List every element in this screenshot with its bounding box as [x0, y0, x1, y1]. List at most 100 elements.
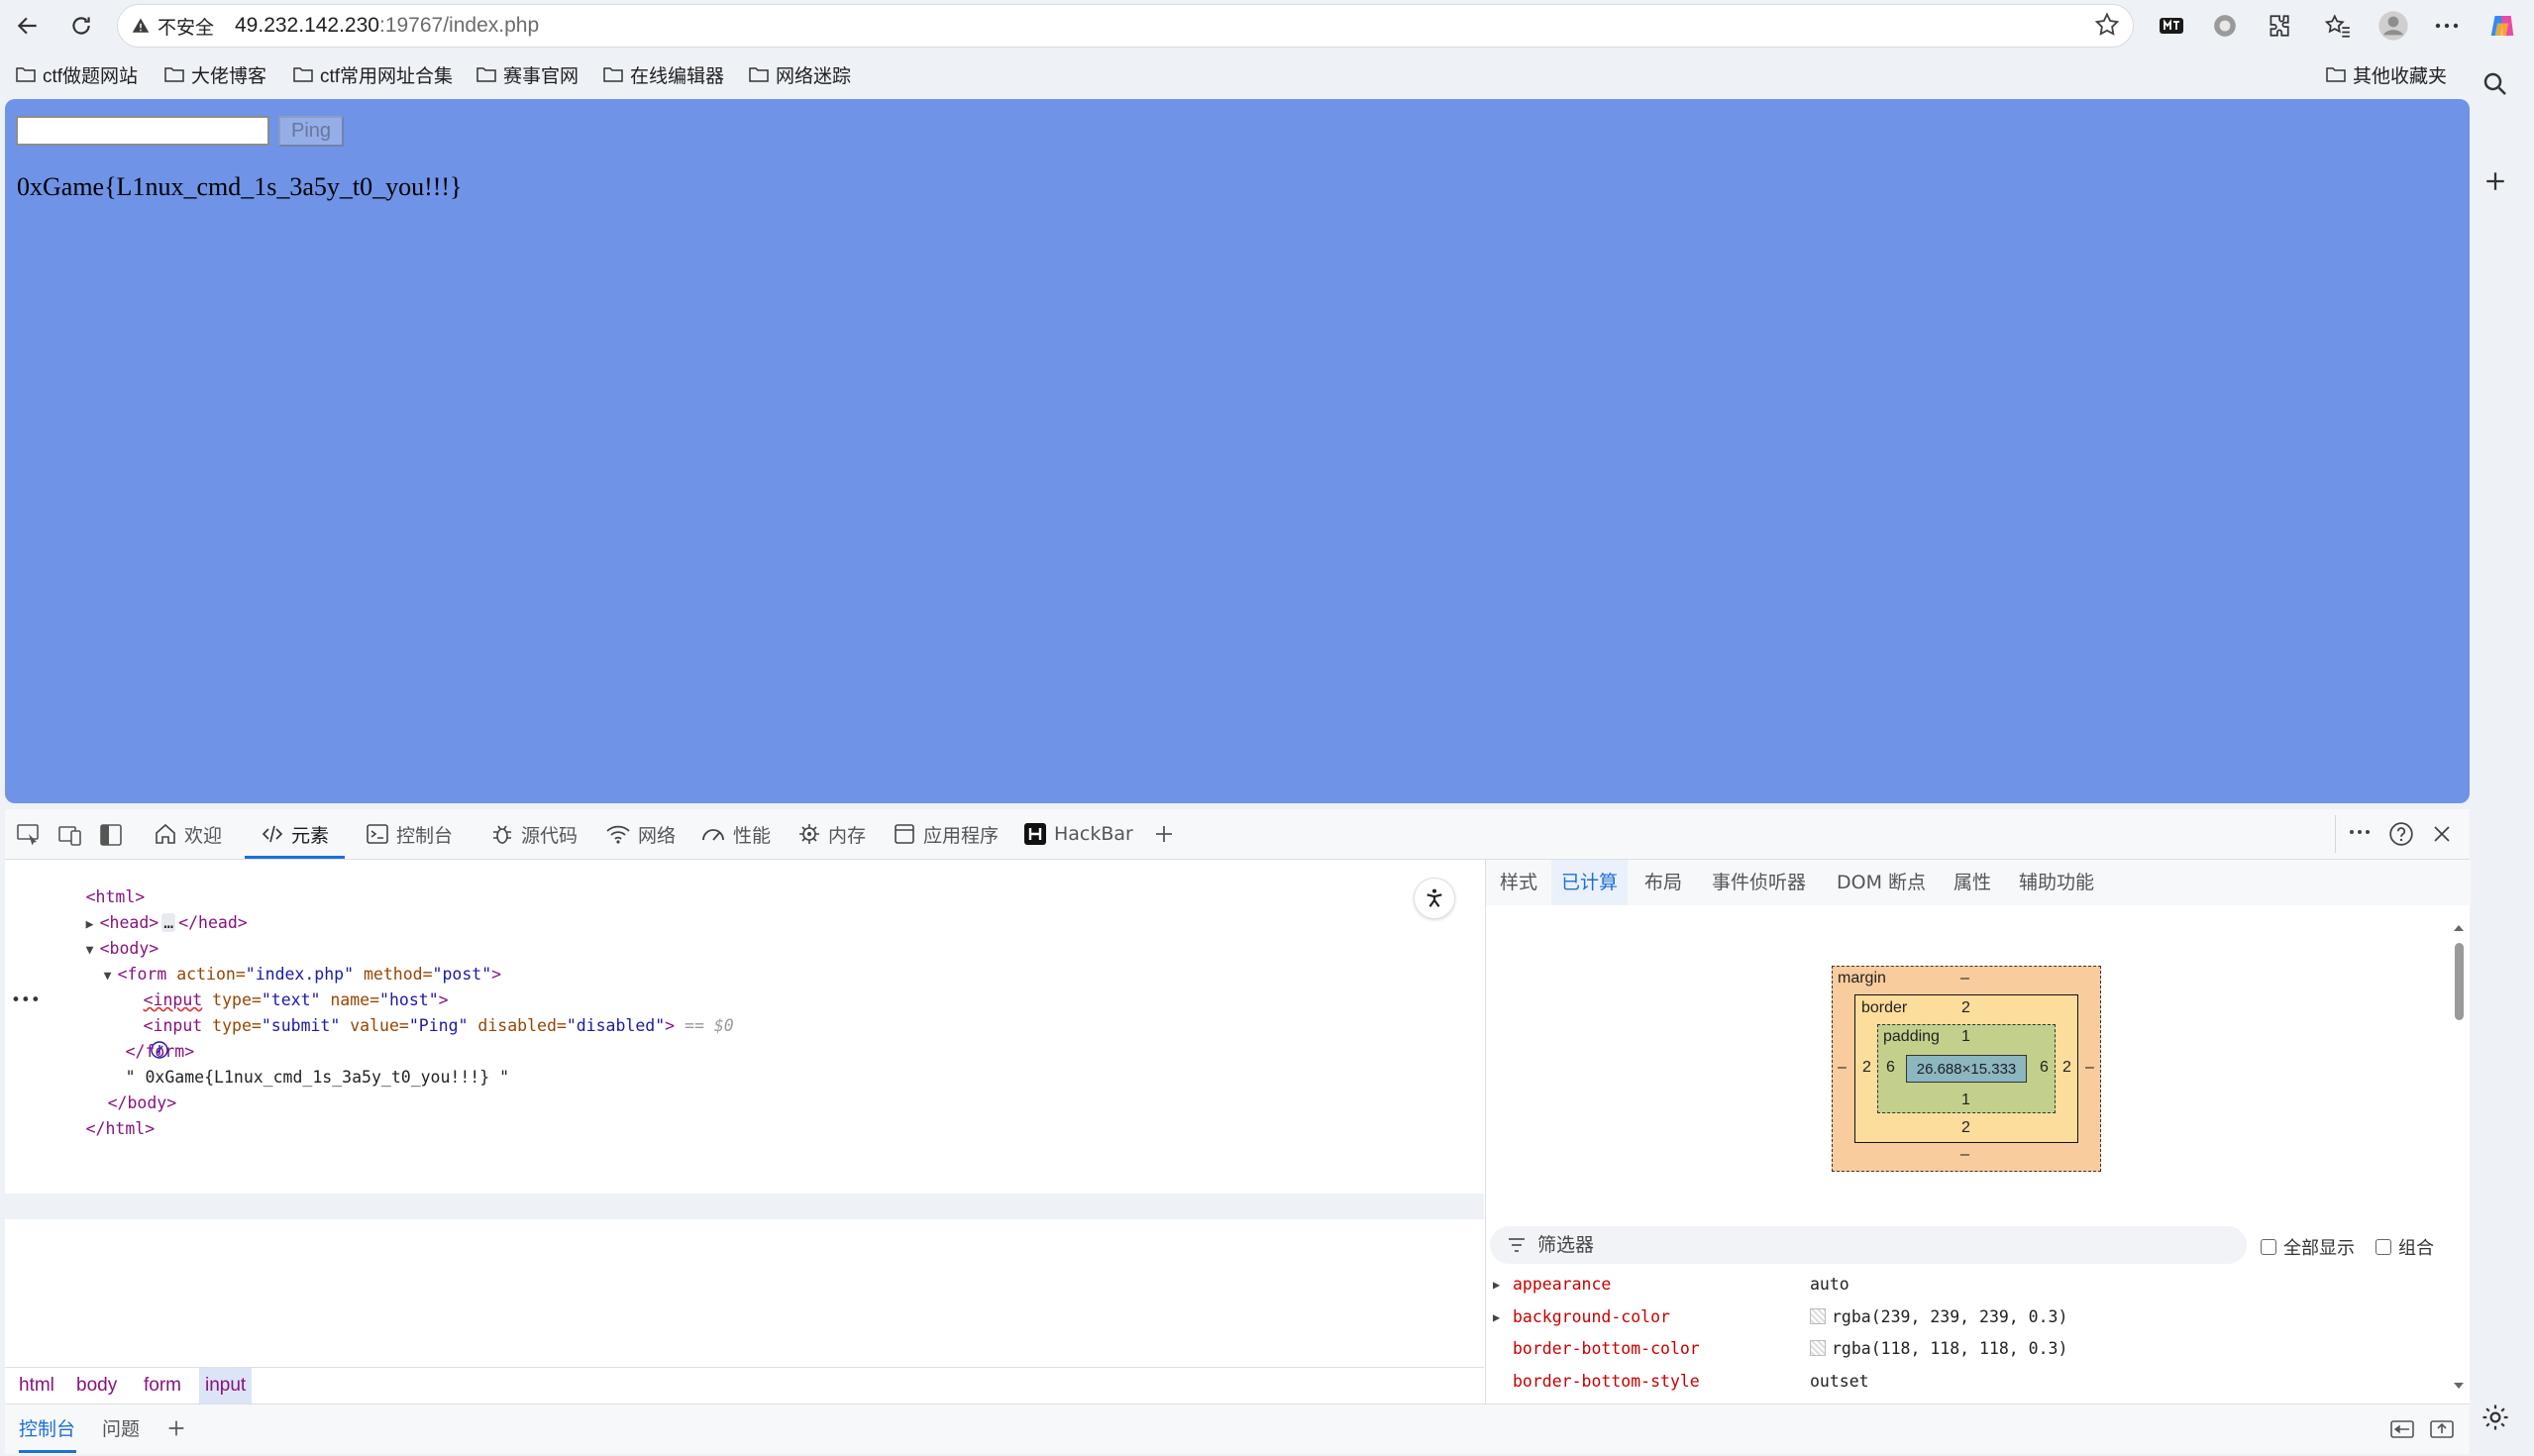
- back-icon[interactable]: [8, 6, 48, 46]
- mt-extension-icon[interactable]: [2152, 6, 2191, 46]
- inspect-icon[interactable]: [17, 824, 41, 846]
- tab-welcome[interactable]: 欢迎: [154, 809, 222, 859]
- more-icon[interactable]: [2349, 829, 2371, 835]
- scroll-down-icon[interactable]: [2452, 1379, 2466, 1393]
- breadcrumb-item-body[interactable]: body: [70, 1368, 123, 1404]
- plus-icon[interactable]: [2481, 166, 2510, 196]
- computed-property-row[interactable]: ▶ background-color rgba(239, 239, 239, 0…: [1491, 1302, 2432, 1332]
- devtools-drawer: 控制台 问题: [5, 1404, 2470, 1454]
- host-input[interactable]: [16, 116, 269, 146]
- help-icon[interactable]: [2388, 821, 2414, 847]
- tab-network[interactable]: 网络: [605, 809, 676, 859]
- box-content[interactable]: 26.688×15.333: [1906, 1055, 2027, 1083]
- dom-node-head[interactable]: ▶ <head>… </head>: [27, 884, 248, 932]
- security-indicator[interactable]: 不安全: [132, 5, 214, 47]
- page-viewport: Ping 0xGame{L1nux_cmd_1s_3a5y_t0_you!!!}: [5, 99, 2470, 803]
- dom-node-html-close[interactable]: </html>: [27, 1091, 156, 1138]
- tab-label: 性能: [733, 824, 772, 847]
- breadcrumb-item-form[interactable]: form: [138, 1368, 187, 1404]
- home-icon: [156, 823, 175, 844]
- bookmark-folder[interactable]: ctf做题网站: [16, 53, 138, 95]
- scroll-up-icon[interactable]: [2452, 921, 2466, 935]
- url-text[interactable]: 49.232.142.230:19767/index.php: [235, 5, 539, 47]
- breadcrumb-item-html[interactable]: html: [13, 1368, 60, 1404]
- tab-application[interactable]: 应用程序: [893, 809, 999, 859]
- checkbox-box[interactable]: [2376, 1239, 2391, 1255]
- expand-triangle-icon[interactable]: ▶: [1493, 1302, 1500, 1332]
- url-host: 49.232.142.230: [235, 14, 379, 37]
- tab-accessibility[interactable]: 辅助功能: [2009, 860, 2104, 905]
- group-checkbox[interactable]: 组合: [2376, 1234, 2434, 1260]
- side-pane-scrollbar[interactable]: [2452, 921, 2466, 1397]
- settings-icon[interactable]: [2481, 1403, 2510, 1432]
- tab-performance[interactable]: 性能: [700, 809, 771, 859]
- tab-layout[interactable]: 布局: [1635, 860, 1692, 905]
- address-bar[interactable]: 不安全 49.232.142.230:19767/index.php: [117, 4, 2134, 48]
- dom-node-form-close[interactable]: </form>: [66, 1013, 195, 1061]
- tab-console[interactable]: 控制台: [366, 809, 453, 859]
- scrollbar-thumb[interactable]: [2455, 943, 2464, 1020]
- filter-placeholder: 筛选器: [1537, 1234, 1595, 1256]
- add-drawer-tab-icon[interactable]: [165, 1417, 187, 1439]
- row-more-icon[interactable]: •••: [11, 988, 41, 1013]
- star-icon[interactable]: [2093, 11, 2121, 39]
- copilot-icon[interactable]: [2482, 6, 2522, 46]
- expand-triangle-icon[interactable]: ▶: [1493, 1270, 1500, 1300]
- breadcrumb-item-input[interactable]: input: [199, 1368, 253, 1404]
- extensions-icon[interactable]: [2259, 6, 2298, 46]
- property-name: border-bottom-style: [1513, 1372, 1700, 1391]
- dom-node-html[interactable]: <html>: [27, 859, 146, 906]
- more-icon[interactable]: [2427, 6, 2467, 46]
- dom-node-body[interactable]: ▼ <body>: [27, 910, 159, 958]
- property-name: appearance: [1513, 1275, 1612, 1294]
- record-icon[interactable]: [2205, 6, 2245, 46]
- collapsed-ellipsis[interactable]: …: [161, 913, 176, 932]
- color-swatch[interactable]: [1810, 1340, 1826, 1356]
- device-toolbar-icon[interactable]: [58, 824, 82, 846]
- computed-property-row[interactable]: border-bottom-color rgba(118, 118, 118, …: [1491, 1334, 2432, 1364]
- dom-node-body-close[interactable]: </body>: [49, 1065, 177, 1112]
- checkbox-box[interactable]: [2261, 1239, 2276, 1255]
- tab-dom-breakpoints[interactable]: DOM 断点: [1827, 860, 1936, 905]
- border-top-value: 2: [1961, 999, 1970, 1016]
- dom-node-input-submit[interactable]: <input type="submit" value="Ping" disabl…: [84, 988, 734, 1059]
- computed-property-row[interactable]: ▶ appearance auto: [1491, 1270, 2432, 1300]
- ping-button[interactable]: Ping: [278, 116, 344, 147]
- filter-icon: [1509, 1238, 1525, 1252]
- bookmark-folder[interactable]: 网络迷踪: [749, 53, 851, 95]
- tab-properties[interactable]: 属性: [1944, 860, 2001, 905]
- close-icon[interactable]: [2430, 822, 2454, 846]
- dom-node-input-text[interactable]: <input type="text" name="host">: [84, 962, 449, 1009]
- drawer-tab-console[interactable]: 控制台: [19, 1404, 75, 1454]
- bookmark-folder[interactable]: 赛事官网: [476, 53, 579, 95]
- dom-text-node[interactable]: " 0xGame{L1nux_cmd_1s_3a5y_t0_you!!!} ": [66, 1039, 509, 1087]
- reload-icon[interactable]: [61, 6, 101, 46]
- dom-node-form[interactable]: ▼ <form action="index.php" method="post">: [45, 936, 501, 984]
- other-bookmarks-folder[interactable]: 其他收藏夹: [2326, 53, 2447, 95]
- favorites-icon[interactable]: [2318, 6, 2358, 46]
- bookmark-folder[interactable]: 大佬博客: [164, 53, 266, 95]
- add-tab-icon[interactable]: [1152, 822, 1176, 846]
- dock-side-icon[interactable]: [100, 824, 122, 846]
- tab-hackbar[interactable]: HackBar: [1023, 809, 1133, 859]
- search-icon[interactable]: [2481, 69, 2510, 99]
- undock-drawer-icon[interactable]: [2390, 1418, 2414, 1440]
- profile-icon[interactable]: [2374, 6, 2413, 46]
- tab-sources[interactable]: 源代码: [490, 809, 578, 859]
- app-icon: [895, 824, 914, 844]
- tab-computed[interactable]: 已计算: [1551, 860, 1629, 905]
- drawer-tab-issues[interactable]: 问题: [102, 1404, 140, 1454]
- filter-input[interactable]: 筛选器: [1490, 1226, 2247, 1264]
- tab-memory[interactable]: 内存: [797, 809, 866, 859]
- dom-tree[interactable]: <html> ▶ <head>… </head> ▼ <body> ▼ <form ac…: [5, 860, 1484, 1367]
- dock-drawer-icon[interactable]: [2430, 1418, 2454, 1440]
- tab-styles[interactable]: 样式: [1490, 860, 1547, 905]
- tab-event-listeners[interactable]: 事件侦听器: [1702, 860, 1816, 905]
- tab-elements[interactable]: 元素: [245, 809, 346, 859]
- accessibility-tree-button[interactable]: [1414, 878, 1455, 919]
- color-swatch[interactable]: [1810, 1308, 1826, 1324]
- bookmark-folder[interactable]: 在线编辑器: [603, 53, 724, 95]
- computed-property-row[interactable]: border-bottom-style outset: [1491, 1367, 2432, 1397]
- show-all-checkbox[interactable]: 全部显示: [2261, 1234, 2355, 1260]
- bookmark-folder[interactable]: ctf常用网址合集: [293, 53, 453, 95]
